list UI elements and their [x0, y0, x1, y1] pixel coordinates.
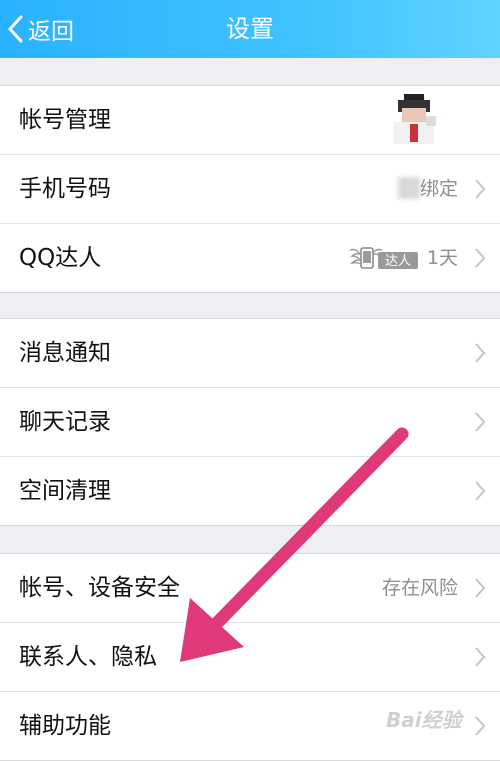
row-value: 绑定 — [419, 178, 458, 200]
chevron-right-icon — [475, 647, 486, 667]
row-label: 聊天记录 — [19, 409, 111, 435]
avatar — [394, 94, 436, 144]
chevron-right-icon — [475, 716, 486, 736]
page-title: 设置 — [226, 15, 274, 43]
row-qq-daren[interactable]: QQ达人 达人 1天 — [0, 224, 500, 292]
row-message-notifications[interactable]: 消息通知 — [0, 319, 500, 388]
row-label: 手机号码 — [19, 176, 111, 202]
chevron-right-icon — [475, 481, 486, 501]
row-label: 帐号、设备安全 — [19, 575, 180, 601]
row-account-device-security[interactable]: 帐号、设备安全 存在风险 — [0, 554, 500, 623]
chevron-right-icon — [475, 412, 486, 432]
chevron-right-icon — [475, 578, 486, 598]
settings-group-messages: 消息通知 聊天记录 空间清理 — [0, 318, 500, 526]
row-storage-cleanup[interactable]: 空间清理 — [0, 457, 500, 525]
row-value: 存在风险 — [381, 577, 458, 599]
chevron-right-icon — [475, 248, 486, 268]
settings-group-account: 帐号管理 手机号码 绑定 QQ达人 达人 1天 — [0, 85, 500, 293]
daren-badge-icon: 达人 — [349, 247, 418, 269]
row-phone-number[interactable]: 手机号码 绑定 — [0, 155, 500, 224]
watermark: Bai经验 — [386, 708, 462, 732]
row-label: 消息通知 — [19, 340, 111, 366]
chevron-right-icon — [475, 179, 486, 199]
masked-phone — [398, 177, 420, 199]
row-label: QQ达人 — [19, 245, 102, 271]
svg-text:达人: 达人 — [385, 254, 411, 269]
row-label: 联系人、隐私 — [19, 644, 157, 670]
chevron-right-icon — [475, 343, 486, 363]
row-chat-history[interactable]: 聊天记录 — [0, 388, 500, 457]
row-label: 空间清理 — [19, 478, 111, 504]
row-contacts-privacy[interactable]: 联系人、隐私 — [0, 623, 500, 692]
row-value: 1天 — [426, 247, 458, 269]
row-label: 辅助功能 — [19, 713, 111, 739]
nav-bar: 返回 设置 — [0, 0, 500, 58]
row-label: 帐号管理 — [19, 107, 111, 133]
row-account-management[interactable]: 帐号管理 — [0, 86, 500, 155]
